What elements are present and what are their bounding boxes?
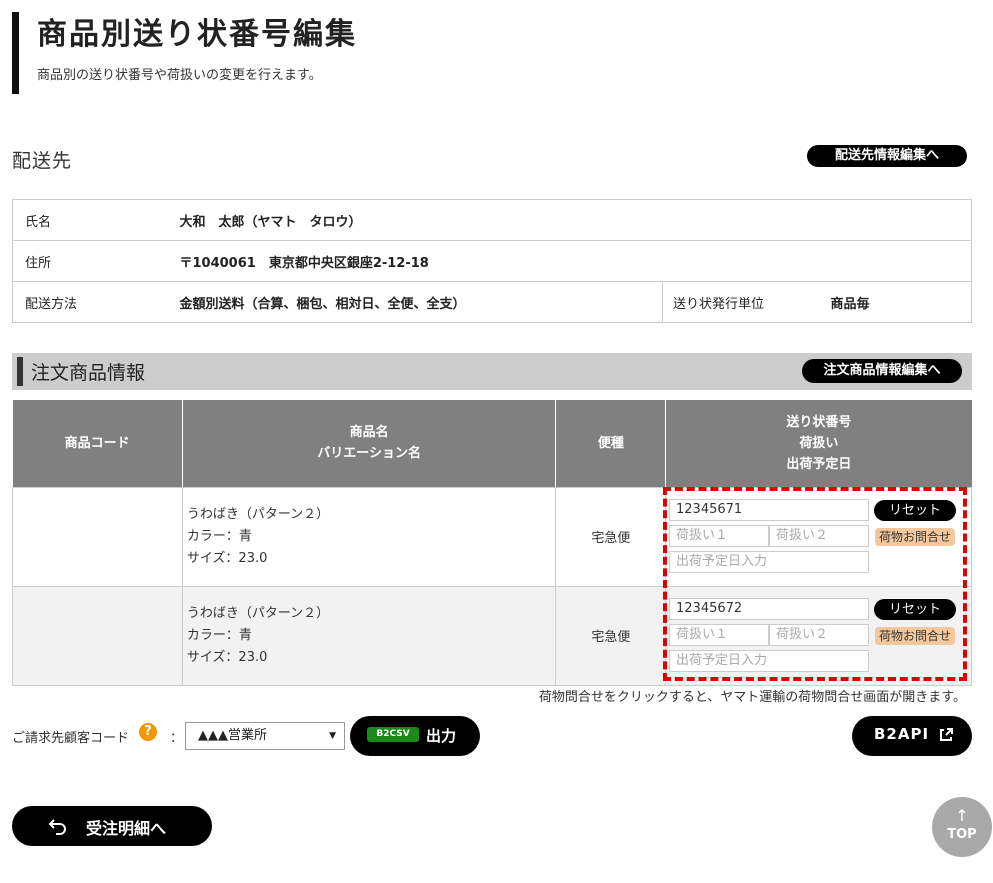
column-header-name-line2: バリエーション名 [317, 446, 421, 462]
up-arrow-icon: ↑ [955, 806, 969, 825]
ship-date-input[interactable]: 出荷予定日入力 [669, 551, 869, 573]
column-header-code: 商品コード [12, 400, 183, 487]
dropdown-arrow-icon: ▼ [329, 731, 336, 741]
address-value: 〒1040061 東京都中央区銀座2-12-18 [179, 240, 972, 282]
edit-order-items-button[interactable]: 注文商品情報編集へ [802, 359, 962, 383]
method-row: 配送方法 金額別送料（合算、梱包、相対日、全便、全支） 送り状発行単位 商品毎 [12, 281, 972, 323]
product-size: サイズ：23.0 [186, 649, 268, 665]
b2csv-badge: B2CSV [367, 727, 419, 742]
table-header-row: 商品コード 商品名 バリエーション名 便種 送り状番号 荷扱い 出荷予定日 [12, 400, 972, 487]
inquiry-note: 荷物問合せをクリックすると、ヤマト運輸の荷物問合せ画面が開きます。 [538, 690, 966, 705]
name-row: 氏名 大和 太郎（ヤマト タロウ） [12, 199, 972, 241]
product-name: うわばき（パターン２） [186, 506, 330, 522]
scroll-to-top-button[interactable]: ↑ TOP [932, 797, 992, 857]
column-header-shipping-line1: 送り状番号 [786, 414, 852, 430]
name-value: 大和 太郎（ヤマト タロウ） [179, 199, 972, 241]
issue-unit-value: 商品毎 [830, 281, 972, 323]
b2csv-export-button[interactable]: B2CSV 出力 [350, 716, 480, 756]
address-label: 住所 [12, 240, 180, 282]
page-title-block: 商品別送り状番号編集 商品別の送り状番号や荷扱いの変更を行えます。 [12, 12, 357, 94]
method-value: 金額別送料（合算、梱包、相対日、全便、全支） [179, 281, 663, 323]
handling2-input[interactable]: 荷扱い２ [769, 525, 869, 547]
tracking-number-input[interactable]: 12345671 [669, 499, 869, 521]
product-color: カラー：青 [186, 528, 252, 544]
external-link-icon [940, 728, 953, 741]
shipping-section-heading: 配送先 [12, 150, 73, 172]
b2api-button[interactable]: B2API [852, 716, 972, 756]
delivery-mode-cell: 宅急便 [555, 486, 667, 587]
delivery-mode-cell: 宅急便 [555, 585, 667, 686]
billing-code-label: ご請求先顧客コード [12, 731, 130, 746]
product-code-cell [12, 486, 183, 587]
billing-colon: ： [170, 731, 184, 746]
back-button-label: 受注明細へ [86, 819, 167, 838]
return-arrow-icon [48, 819, 66, 835]
product-color: カラー：青 [186, 627, 252, 643]
product-code-cell [12, 585, 183, 686]
column-header-name: 商品名 バリエーション名 [181, 400, 556, 487]
handling1-input[interactable]: 荷扱い１ [669, 525, 769, 547]
handling1-input[interactable]: 荷扱い１ [669, 624, 769, 646]
reset-button[interactable]: リセット [874, 599, 956, 620]
package-inquiry-button[interactable]: 荷物お問合せ [875, 528, 955, 546]
b2api-label: B2API [874, 725, 930, 743]
column-header-shipping: 送り状番号 荷扱い 出荷予定日 [665, 400, 972, 487]
shipping-info-table: 氏名 大和 太郎（ヤマト タロウ） 住所 〒1040061 東京都中央区銀座2-… [12, 199, 972, 323]
product-name-cell: うわばき（パターン２） カラー：青 サイズ：23.0 [181, 585, 557, 686]
billing-code-selected: ▲▲▲営業所 [198, 728, 267, 743]
method-label: 配送方法 [12, 281, 180, 323]
tracking-number-input[interactable]: 12345672 [669, 598, 869, 620]
column-header-mode: 便種 [555, 400, 666, 487]
column-header-name-line1: 商品名 [349, 425, 389, 441]
top-label: TOP [947, 827, 977, 842]
product-name-cell: うわばき（パターン２） カラー：青 サイズ：23.0 [181, 486, 557, 587]
address-row: 住所 〒1040061 東京都中央区銀座2-12-18 [12, 240, 972, 282]
column-header-code-label: 商品コード [64, 435, 130, 451]
reset-button[interactable]: リセット [874, 500, 956, 521]
product-size: サイズ：23.0 [186, 550, 268, 566]
page-subtitle: 商品別の送り状番号や荷扱いの変更を行えます。 [37, 68, 322, 83]
back-to-order-detail-button[interactable]: 受注明細へ [12, 806, 212, 846]
billing-code-select[interactable]: ▲▲▲営業所 ▼ [185, 722, 345, 750]
heading-accent-bar [17, 357, 23, 386]
package-inquiry-button[interactable]: 荷物お問合せ [875, 627, 955, 645]
order-section-heading: 注文商品情報 [31, 362, 146, 384]
help-icon[interactable]: ? [139, 723, 157, 741]
column-header-shipping-line3: 出荷予定日 [786, 456, 852, 472]
name-label: 氏名 [12, 199, 180, 241]
page-title: 商品別送り状番号編集 [37, 17, 357, 52]
ship-date-input[interactable]: 出荷予定日入力 [669, 650, 869, 672]
column-header-mode-label: 便種 [597, 435, 624, 451]
column-header-shipping-line2: 荷扱い [799, 435, 839, 451]
issue-unit-label: 送り状発行単位 [662, 281, 831, 323]
edit-shipping-info-button[interactable]: 配送先情報編集へ [807, 145, 967, 167]
b2csv-export-label: 出力 [426, 727, 457, 745]
handling2-input[interactable]: 荷扱い２ [769, 624, 869, 646]
product-name: うわばき（パターン２） [186, 605, 330, 621]
